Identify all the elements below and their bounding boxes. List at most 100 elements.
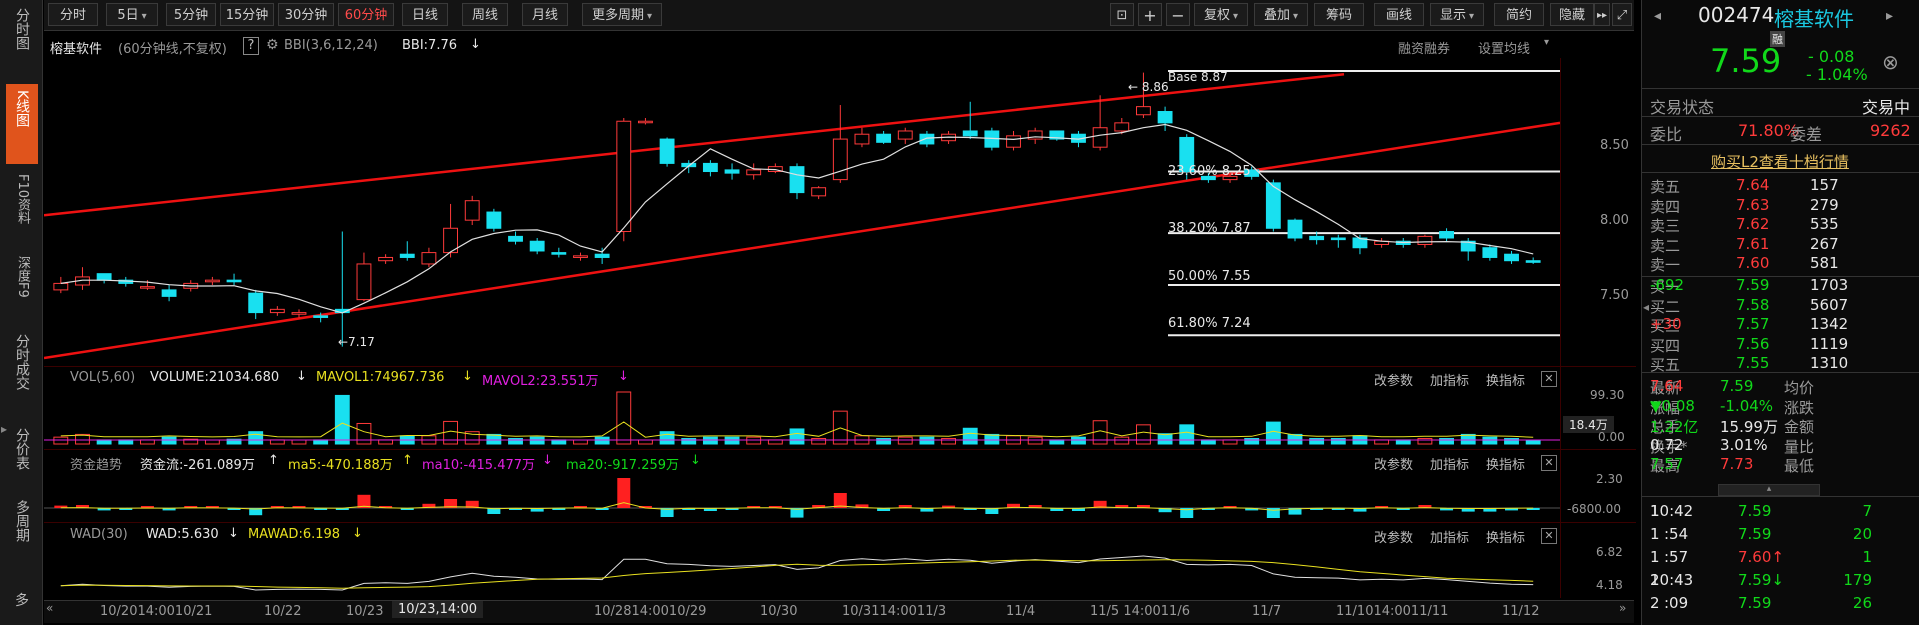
period-5day[interactable]: 5日: [106, 3, 158, 26]
change-params-button[interactable]: 改参数: [1374, 527, 1413, 546]
expand-left-icon[interactable]: ◂: [1654, 8, 1661, 24]
period-daily[interactable]: 日线: [402, 3, 448, 26]
candle: [529, 238, 545, 255]
scroll-right-icon[interactable]: »: [1619, 601, 1626, 615]
add-indicator-button[interactable]: 加指标: [1430, 454, 1469, 473]
tick-row[interactable]: 10:43 7.59↓ 179 2: [1650, 571, 1912, 591]
tick-row[interactable]: 10:42 7.59 7 1: [1650, 502, 1912, 522]
price-axis-label: 8.00: [1600, 213, 1629, 228]
ma-settings-button[interactable]: 设置均线: [1478, 38, 1530, 57]
close-icon[interactable]: ✕: [1541, 528, 1557, 544]
period-weekly[interactable]: 周线: [462, 3, 508, 26]
stat-row[interactable]: 总手 15.99万 金额 1.22亿: [1650, 416, 1912, 436]
change-params-button[interactable]: 改参数: [1374, 454, 1413, 473]
stat-row[interactable]: 最高 7.73 最低 7.57: [1650, 455, 1912, 475]
ask-row[interactable]: 卖五 7.64 157: [1650, 176, 1912, 196]
tab-kline[interactable]: K线图: [6, 84, 38, 164]
stat-row[interactable]: 最新 7.59 均价 7.64: [1650, 377, 1912, 397]
tab-f10[interactable]: F10资料: [6, 174, 38, 240]
switch-indicator-button[interactable]: 换指标: [1486, 370, 1525, 389]
draw-line-button[interactable]: 画线: [1374, 3, 1424, 26]
tick-row[interactable]: :57 7.60↑ 1 1: [1650, 548, 1912, 568]
buy-l2-link[interactable]: 购买L2查看十档行情: [1711, 151, 1849, 172]
period-5min[interactable]: 5分钟: [166, 3, 216, 26]
expand-right-icon[interactable]: ▸: [1886, 8, 1893, 24]
candle: [1439, 228, 1454, 242]
period-15min[interactable]: 15分钟: [220, 3, 274, 26]
vol-axis-bottom: 0.00: [1598, 430, 1625, 444]
expand-icon[interactable]: ⤢: [1612, 3, 1632, 26]
candle: [1049, 130, 1065, 141]
ask-row[interactable]: 卖二 7.61 267: [1650, 235, 1912, 255]
bid-row[interactable]: 买三 7.57 1342 +30: [1650, 315, 1912, 335]
change-params-button[interactable]: 改参数: [1374, 370, 1413, 389]
stat-row[interactable]: 换手* 3.01% 量比 0.72: [1650, 436, 1912, 456]
bid-row[interactable]: 买一 7.59 1703 -692: [1650, 276, 1912, 296]
bid-row[interactable]: 买四 7.56 1119: [1650, 335, 1912, 355]
period-60min[interactable]: 60分钟: [338, 3, 394, 26]
tab-depth[interactable]: 深度F9: [6, 256, 38, 322]
tick-row[interactable]: :09 7.59 26 2: [1650, 594, 1912, 614]
bid-row[interactable]: 买五 7.55 1310: [1650, 354, 1912, 374]
volume-bar: [204, 439, 220, 445]
volume-bar: [1222, 439, 1238, 445]
tab-trades[interactable]: 分时成交: [6, 334, 38, 422]
candlestick-chart[interactable]: [44, 58, 1634, 368]
tab-price-table[interactable]: 分价表: [6, 428, 38, 494]
scroll-left-icon[interactable]: «: [46, 601, 53, 615]
lock-icon[interactable]: ⊡: [1110, 3, 1134, 26]
period-30min[interactable]: 30分钟: [278, 3, 334, 26]
fuquan-button[interactable]: 复权: [1194, 3, 1248, 26]
stat-row[interactable]: 涨幅 -1.04% 涨跌 ▼0.08: [1650, 397, 1912, 417]
period-monthly[interactable]: 月线: [522, 3, 568, 26]
simple-button[interactable]: 简约: [1494, 3, 1544, 26]
minus-icon[interactable]: −: [1166, 3, 1190, 26]
tab-multi-period[interactable]: 多周期: [6, 500, 38, 566]
indicator-name[interactable]: BBI(3,6,12,24): [284, 38, 378, 53]
chips-button[interactable]: 筹码: [1314, 3, 1364, 26]
close-icon[interactable]: ✕: [1541, 371, 1557, 387]
volume-bar: [1439, 438, 1454, 445]
volume-bar: [941, 438, 956, 445]
plus-icon[interactable]: +: [1138, 3, 1162, 26]
fund-indicator-name[interactable]: 资金趋势: [70, 454, 122, 473]
tick-row[interactable]: :54 7.59 20 1: [1650, 525, 1912, 545]
volume-bar: [724, 436, 740, 445]
ask-row[interactable]: 卖四 7.63 279: [1650, 196, 1912, 216]
wad-indicator-name[interactable]: WAD(30): [70, 527, 128, 542]
volume-bar: [96, 439, 112, 445]
ask-row[interactable]: 卖一 7.60 581: [1650, 254, 1912, 274]
volume-bar: [529, 436, 545, 445]
margin-trading-link[interactable]: 融资融券: [1398, 38, 1450, 57]
candle: [464, 195, 480, 226]
help-icon[interactable]: ?: [243, 37, 259, 55]
ask-volume: 267: [1810, 234, 1839, 253]
close-icon[interactable]: ✕: [1541, 455, 1557, 471]
display-button[interactable]: 显示: [1430, 3, 1484, 26]
period-timeshare[interactable]: 分时: [48, 3, 98, 26]
alert-icon[interactable]: ⊗: [1882, 50, 1899, 74]
hide-button[interactable]: 隐藏: [1550, 3, 1594, 26]
tab-more[interactable]: 多: [6, 590, 38, 616]
expand-handle-icon[interactable]: ▴: [1718, 484, 1820, 496]
stat-label: 均价: [1784, 379, 1815, 397]
volume-bars: [44, 391, 1560, 445]
fast-forward-icon[interactable]: ▸▸: [1594, 3, 1610, 26]
collapse-left-icon[interactable]: ▸: [1, 422, 7, 436]
ask-row[interactable]: 卖三 7.62 535: [1650, 215, 1912, 235]
fund-ma5-value: ma5:-470.188万: [288, 458, 393, 473]
bid-row[interactable]: 买二 7.58 5607: [1650, 296, 1912, 316]
add-indicator-button[interactable]: 加指标: [1430, 370, 1469, 389]
overlay-button[interactable]: 叠加: [1254, 3, 1308, 26]
gear-icon[interactable]: ⚙: [266, 37, 279, 53]
tab-timeshare[interactable]: 分时图: [6, 8, 38, 74]
collapse-right-icon[interactable]: ◂: [1643, 300, 1649, 314]
period-more[interactable]: 更多周期: [582, 3, 662, 26]
switch-indicator-button[interactable]: 换指标: [1486, 527, 1525, 546]
switch-indicator-button[interactable]: 换指标: [1486, 454, 1525, 473]
x-axis-label: 10/3114:0011/3: [842, 604, 947, 619]
add-indicator-button[interactable]: 加指标: [1430, 527, 1469, 546]
fib-level-label: 50.00% 7.55: [1168, 269, 1251, 284]
vol-indicator-name[interactable]: VOL(5,60): [70, 370, 135, 385]
stock-name: 榕基软件: [1774, 7, 1854, 31]
